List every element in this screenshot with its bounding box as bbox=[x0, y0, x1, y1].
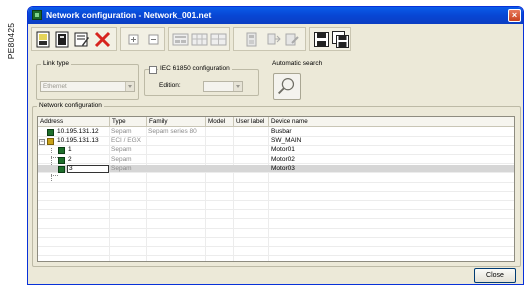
link-type-value: Ethernet bbox=[43, 83, 67, 90]
cell-family: Sepam series 80 bbox=[148, 128, 197, 135]
device-properties-icon[interactable] bbox=[243, 31, 260, 48]
link-type-group: Link type Ethernet bbox=[36, 60, 139, 100]
edition-label: Edition: bbox=[159, 82, 181, 89]
automatic-search-button[interactable] bbox=[273, 73, 301, 100]
device-icon bbox=[47, 129, 54, 136]
device-icon bbox=[58, 165, 65, 173]
empty-row bbox=[38, 183, 514, 192]
empty-row bbox=[38, 192, 514, 201]
column-header-family[interactable]: Family bbox=[147, 117, 206, 127]
cell-device-name: Motor02 bbox=[271, 155, 295, 163]
automatic-search-label: Automatic search bbox=[270, 60, 325, 67]
new-document-icon[interactable] bbox=[35, 31, 52, 48]
edit-properties-icon[interactable] bbox=[73, 31, 90, 48]
empty-row bbox=[38, 174, 514, 183]
empty-row bbox=[38, 202, 514, 211]
empty-row bbox=[38, 238, 514, 247]
network-split-icon[interactable] bbox=[210, 31, 227, 48]
column-header-address[interactable]: Address bbox=[38, 117, 110, 127]
empty-row bbox=[38, 229, 514, 238]
side-reference-text: PE80425 bbox=[6, 22, 16, 60]
cell-type: Sepam bbox=[111, 164, 132, 172]
app-icon bbox=[32, 10, 42, 20]
table-row[interactable]: 10.195.131.12 Sepam Sepam series 80 Busb… bbox=[38, 128, 514, 137]
cell-device-name: Motor01 bbox=[271, 146, 295, 154]
column-header-type[interactable]: Type bbox=[110, 117, 147, 127]
device-icon bbox=[58, 147, 65, 155]
transfer-settings-icon[interactable] bbox=[283, 31, 300, 48]
link-type-select[interactable]: Ethernet bbox=[40, 81, 135, 92]
column-header-model[interactable]: Model bbox=[206, 117, 234, 127]
cell-type: Sepam bbox=[111, 128, 132, 135]
cell-device-name: Motor03 bbox=[271, 164, 295, 172]
cell-address: 2 bbox=[68, 155, 72, 163]
empty-row bbox=[38, 248, 514, 257]
iec-61850-group: IEC 61850 configuration Edition: bbox=[144, 65, 259, 96]
save-all-icon[interactable] bbox=[332, 31, 349, 48]
toolbar-group-save bbox=[309, 27, 351, 51]
side-reference-label: PE80425 bbox=[0, 10, 22, 72]
link-type-label: Link type bbox=[41, 60, 72, 67]
chevron-down-icon[interactable] bbox=[233, 82, 242, 91]
toolbar-group-device bbox=[233, 27, 306, 51]
empty-row bbox=[38, 220, 514, 229]
table-row-selected[interactable]: 3 Sepam Motor03 bbox=[38, 164, 514, 174]
iec-61850-checkbox[interactable] bbox=[149, 66, 157, 74]
delete-icon[interactable] bbox=[94, 31, 111, 48]
cell-device-name: Busbar bbox=[271, 128, 292, 135]
table-row[interactable]: 2 Sepam Motor02 bbox=[38, 156, 514, 165]
toolbar bbox=[31, 27, 431, 51]
network-configuration-window: Network configuration - Network_001.net … bbox=[27, 6, 524, 285]
toolbar-group-file bbox=[31, 27, 117, 51]
address-edit-field[interactable] bbox=[67, 164, 109, 174]
chevron-down-icon[interactable] bbox=[125, 82, 134, 91]
close-button[interactable]: Close bbox=[474, 268, 516, 283]
gateway-icon bbox=[47, 138, 54, 146]
iec-61850-label: IEC 61850 configuration bbox=[158, 65, 232, 72]
network-layout-icon[interactable] bbox=[172, 31, 189, 48]
cell-address: 10.195.131.13 bbox=[57, 137, 99, 145]
window-title: Network configuration - Network_001.net bbox=[46, 10, 212, 20]
table-row[interactable]: − 10.195.131.13 ECI / EGX SW_MAIN bbox=[38, 137, 514, 146]
expand-icon[interactable] bbox=[125, 31, 142, 48]
cell-address: 10.195.131.12 bbox=[57, 128, 99, 135]
cell-type: Sepam bbox=[111, 146, 132, 154]
network-configuration-label: Network configuration bbox=[37, 102, 104, 109]
collapse-icon[interactable] bbox=[145, 31, 162, 48]
edition-select[interactable] bbox=[203, 81, 243, 92]
column-header-device-name[interactable]: Device name bbox=[269, 117, 516, 127]
cell-address: 3 bbox=[69, 164, 73, 172]
toolbar-group-tree bbox=[120, 27, 165, 51]
table-row[interactable]: 1 Sepam Motor01 bbox=[38, 146, 514, 155]
open-document-icon[interactable] bbox=[54, 31, 71, 48]
column-header-user-label[interactable]: User label bbox=[234, 117, 269, 127]
device-icon bbox=[58, 156, 65, 164]
cell-device-name: SW_MAIN bbox=[271, 137, 302, 145]
window-close-button[interactable]: × bbox=[508, 9, 521, 22]
toolbar-group-network bbox=[168, 27, 230, 51]
empty-row bbox=[38, 211, 514, 220]
cell-type: ECI / EGX bbox=[111, 137, 141, 145]
connect-device-icon[interactable] bbox=[265, 31, 282, 48]
save-icon[interactable] bbox=[313, 31, 330, 48]
network-grid-icon[interactable] bbox=[191, 31, 208, 48]
grid-header: Address Type Family Model User label Dev… bbox=[38, 117, 514, 127]
magnifier-icon bbox=[278, 78, 295, 95]
collapse-tree-icon[interactable]: − bbox=[39, 138, 45, 145]
title-bar[interactable]: Network configuration - Network_001.net … bbox=[28, 7, 523, 24]
cell-address: 1 bbox=[68, 146, 72, 154]
network-grid[interactable]: Address Type Family Model User label Dev… bbox=[37, 116, 515, 262]
cell-type: Sepam bbox=[111, 155, 132, 163]
